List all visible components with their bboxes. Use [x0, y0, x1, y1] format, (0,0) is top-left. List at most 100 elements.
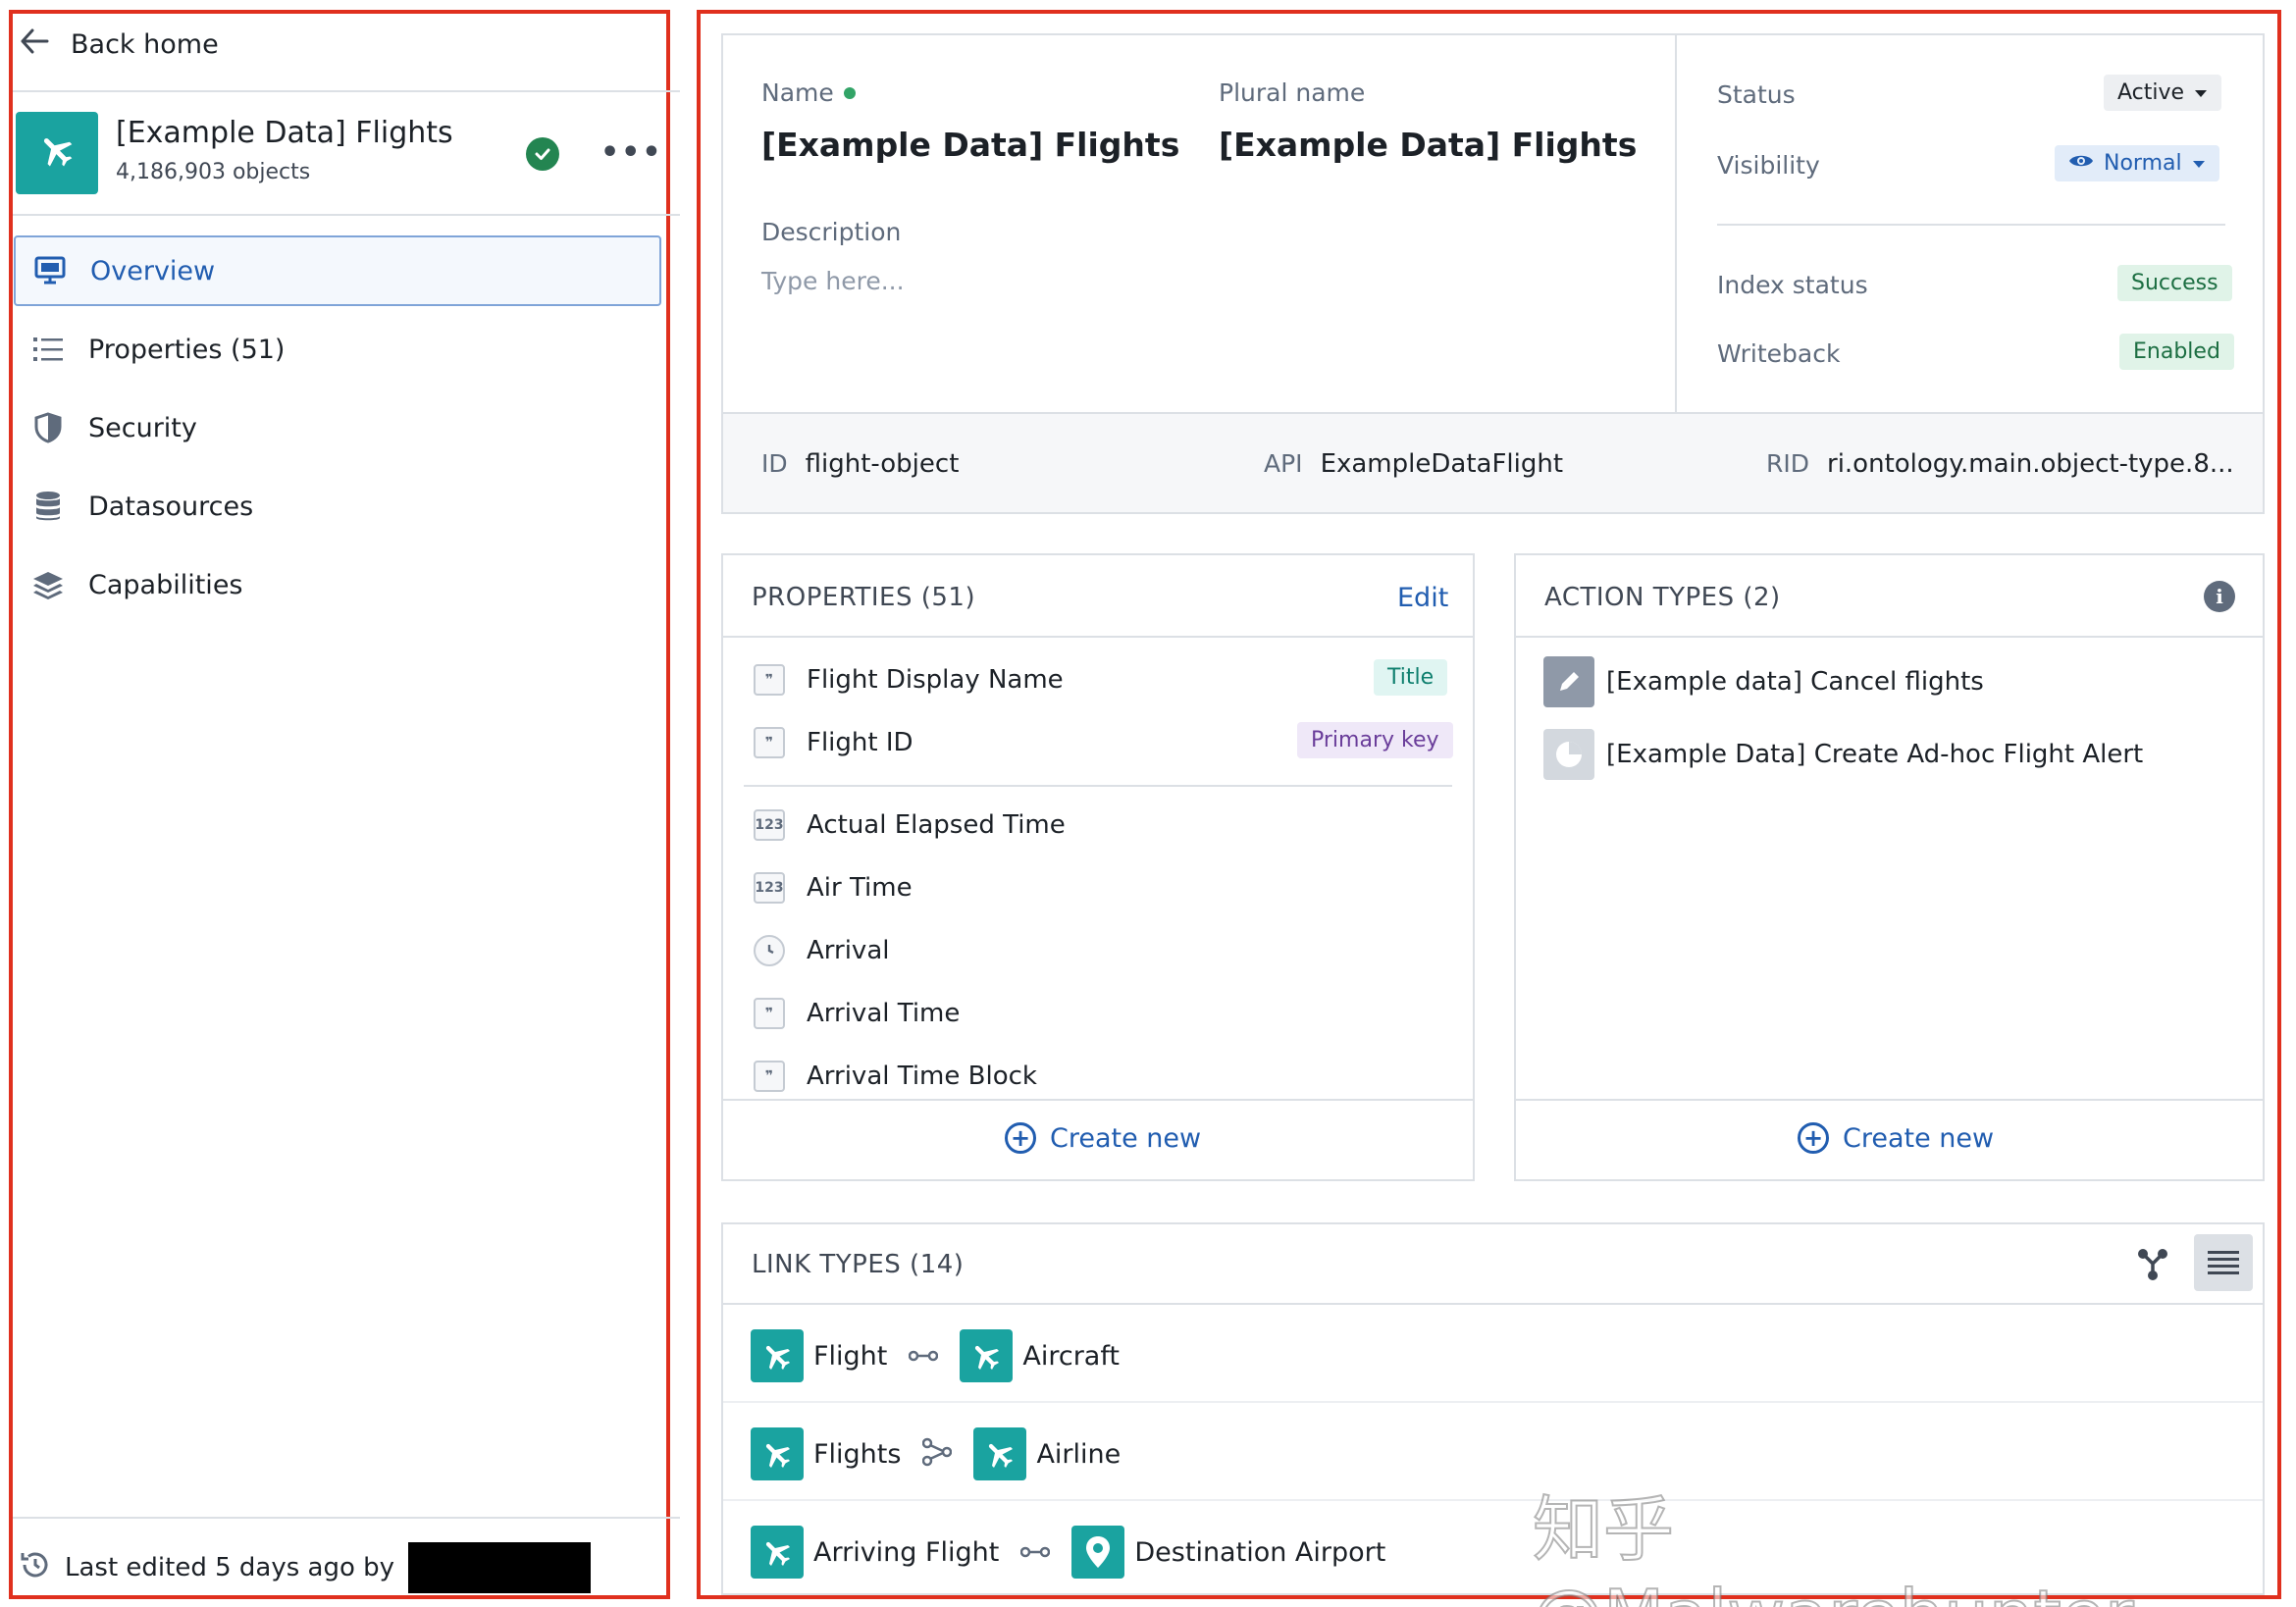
sidebar-item-label: Overview [90, 255, 216, 286]
divider [13, 1517, 680, 1519]
number-type-icon: 123 [754, 809, 785, 841]
string-type-icon: ❞ [754, 727, 785, 758]
divider [1675, 33, 1677, 412]
property-row[interactable]: ❞ Flight ID [754, 720, 913, 765]
back-home-link[interactable]: Back home [20, 20, 219, 69]
status-select[interactable]: Active [2104, 75, 2222, 111]
property-row[interactable]: ❞ Arrival Time [754, 991, 960, 1036]
airplane-icon [37, 130, 77, 177]
status-label: Status [1717, 80, 1796, 109]
action-types-card [1514, 553, 2265, 1181]
many-to-one-icon [922, 1437, 953, 1472]
object-count: 4,186,903 objects [116, 160, 311, 184]
action-type-label: [Example data] Cancel flights [1606, 667, 1984, 697]
link-target-label: Destination Airport [1134, 1536, 1386, 1568]
name-value[interactable]: [Example Data] Flights [761, 126, 1179, 164]
airplane-icon [751, 1329, 804, 1382]
name-label-group: Name [761, 78, 856, 107]
link-target-label: Airline [1036, 1438, 1122, 1470]
sidebar-item-security[interactable]: Security [14, 392, 661, 463]
link-source-label: Flight [813, 1340, 888, 1372]
property-row[interactable]: ❞ Flight Display Name [754, 657, 1064, 702]
link-type-row[interactable]: Flight Aircraft [751, 1328, 1120, 1383]
sidebar-item-datasources[interactable]: Datasources [14, 471, 661, 542]
property-label: Flight Display Name [807, 665, 1064, 695]
info-icon[interactable]: i [2204, 581, 2235, 612]
arrow-left-icon [20, 28, 49, 61]
one-to-one-icon [909, 1344, 939, 1368]
description-input[interactable]: Type here... [761, 267, 905, 295]
plural-name-value[interactable]: [Example Data] Flights [1219, 126, 1637, 164]
id-label: ID [761, 449, 788, 478]
primary-key-badge: Primary key [1297, 722, 1453, 758]
map-pin-icon [1071, 1526, 1125, 1579]
link-target-label: Aircraft [1022, 1340, 1120, 1372]
id-value[interactable]: flight-object [806, 449, 960, 479]
create-action-button[interactable]: + Create new [1798, 1122, 1994, 1154]
link-type-row[interactable]: Flights Airline [751, 1426, 1121, 1481]
sidebar-item-label: Security [88, 412, 197, 443]
property-label: Arrival [807, 936, 890, 965]
rid-value[interactable]: ri.ontology.main.object-type.8... [1827, 449, 2234, 479]
edit-properties-button[interactable]: Edit [1397, 583, 1448, 613]
divider [1516, 636, 2263, 638]
divider [723, 1401, 2263, 1403]
action-type-row[interactable]: [Example data] Cancel flights [1543, 655, 1984, 708]
sidebar-item-label: Properties (51) [88, 334, 286, 365]
sidebar-item-overview[interactable]: Overview [14, 235, 661, 306]
last-edited-text: Last edited 5 days ago by [65, 1553, 395, 1582]
visibility-select[interactable]: Normal [2055, 145, 2219, 181]
property-row[interactable]: 123 Actual Elapsed Time [754, 803, 1066, 848]
divider [723, 636, 1473, 638]
redacted-user [408, 1542, 592, 1593]
properties-title: PROPERTIES (51) [752, 583, 976, 612]
divider [13, 214, 680, 216]
plural-name-label: Plural name [1219, 78, 1366, 107]
object-type-icon [16, 112, 98, 194]
pencil-icon [1543, 656, 1594, 707]
one-to-one-icon [1020, 1540, 1051, 1564]
airplane-icon [751, 1526, 804, 1579]
airplane-icon [973, 1427, 1027, 1480]
divider [13, 90, 680, 92]
shield-icon [31, 411, 65, 444]
database-icon [31, 490, 65, 523]
link-source-label: Arriving Flight [813, 1536, 1000, 1568]
divider [1516, 1099, 2263, 1101]
description-label: Description [761, 218, 902, 246]
rid-field: RID ri.ontology.main.object-type.8... [1766, 449, 2234, 479]
list-view-icon[interactable] [2194, 1234, 2253, 1291]
property-label: Actual Elapsed Time [807, 810, 1066, 840]
api-value[interactable]: ExampleDataFlight [1321, 449, 1563, 479]
caret-down-icon [2194, 80, 2208, 105]
back-home-label: Back home [71, 28, 219, 60]
property-label: Arrival Time Block [807, 1062, 1037, 1091]
property-row[interactable]: 123 Air Time [754, 865, 913, 910]
sidebar-item-properties[interactable]: Properties (51) [14, 314, 661, 385]
api-field: API ExampleDataFlight [1264, 449, 1563, 479]
airplane-icon [960, 1329, 1014, 1382]
link-type-row[interactable]: Arriving Flight Destination Airport [751, 1525, 1385, 1580]
status-dot-icon [843, 86, 856, 99]
eye-icon [2068, 151, 2094, 176]
more-options-icon[interactable]: ••• [600, 135, 663, 170]
action-type-row[interactable]: [Example Data] Create Ad-hoc Flight Aler… [1543, 728, 2143, 781]
sidebar-item-label: Capabilities [88, 569, 243, 600]
property-row[interactable]: ❞ Arrival Time Block [754, 1054, 1037, 1099]
graph-view-icon[interactable] [2135, 1246, 2170, 1288]
object-type-title: [Example Data] Flights [116, 116, 453, 150]
create-property-button[interactable]: + Create new [1005, 1122, 1201, 1154]
number-type-icon: 123 [754, 872, 785, 904]
monitor-icon [33, 254, 67, 287]
divider [723, 1099, 1473, 1101]
property-row[interactable]: Arrival [754, 928, 889, 973]
check-circle-icon [526, 137, 559, 171]
status-value: Active [2117, 80, 2185, 105]
plus-circle-icon: + [1798, 1122, 1829, 1154]
writeback-badge: Enabled [2119, 334, 2234, 370]
sidebar-item-label: Datasources [88, 491, 254, 522]
sidebar-item-capabilities[interactable]: Capabilities [14, 549, 661, 620]
divider [723, 1303, 2263, 1305]
history-icon [20, 1549, 51, 1587]
clock-icon [754, 935, 785, 966]
